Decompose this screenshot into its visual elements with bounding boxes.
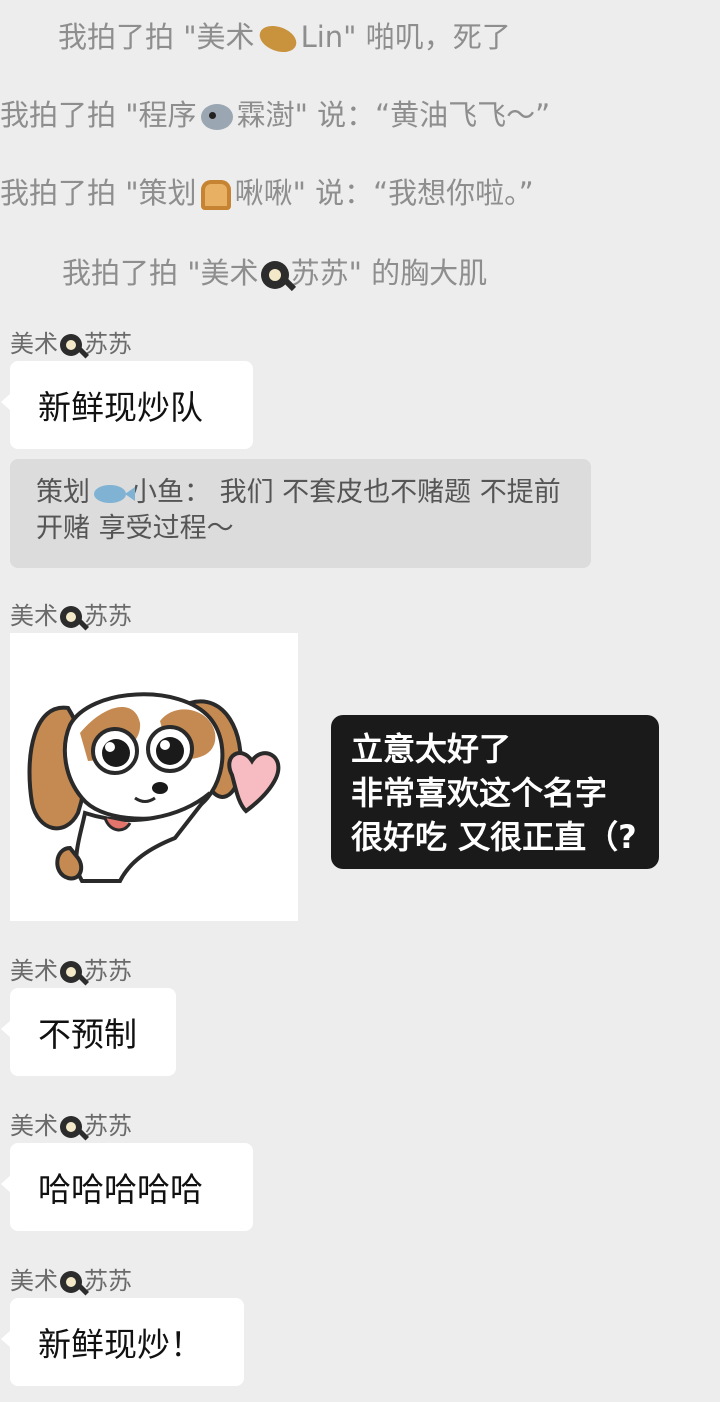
system-message-text: 霖澍" 说：“黄油飞飞～” [236,98,551,132]
system-message-3: 我拍了拍 "策划 啾啾" 说：“我想你啦。” [0,170,720,212]
sender-name-text: 美术 [10,1112,58,1140]
sender-name[interactable]: 美术 苏苏 [10,596,132,631]
message-text: 新鲜现炒队 [38,388,203,427]
message-bubble[interactable]: 新鲜现炒！ [1,1298,244,1386]
sender-name-text: 美术 [10,330,58,358]
sender-name[interactable]: 美术 苏苏 [10,1261,132,1296]
sender-name-text: 美术 [10,1267,58,1295]
system-message-text: 我拍了拍 "策划 [0,176,197,210]
sender-name-text: 苏苏 [84,1112,132,1140]
system-message-text: 我拍了拍 "程序 [0,98,197,132]
system-message-text: 我拍了拍 "美术 [62,256,259,290]
quoted-message[interactable]: 策划 小鱼： 我们 不套皮也不赌题 不提前开赌 享受过程～ [10,459,591,568]
puppy-heart-sticker-icon [27,692,281,883]
fish-emoji-icon [94,484,135,503]
message-bubble[interactable]: 新鲜现炒队 [1,361,253,449]
system-message-text: Lin" 啪叽，死了 [300,20,511,54]
frying-pan-emoji-icon [260,261,289,289]
system-message-2: 我拍了拍 "程序 霖澍" 说：“黄油飞飞～” [0,92,720,134]
system-message-4: 我拍了拍 "美术 苏苏" 的胸大肌 [62,250,720,292]
sender-name-text: 苏苏 [84,330,132,358]
message-bubble[interactable]: 哈哈哈哈哈 [1,1143,253,1231]
overlay-line: 非常喜欢这个名字 [351,774,608,812]
sender-name-text: 美术 [10,602,58,630]
overlay-line: 立意太好了 [351,730,512,768]
system-message-text: 苏苏" 的胸大肌 [290,256,488,290]
message-text: 新鲜现炒！ [38,1325,203,1364]
bird-emoji-icon [200,104,233,130]
message-text: 哈哈哈哈哈 [38,1170,203,1209]
sender-name[interactable]: 美术 苏苏 [10,951,132,986]
quote-author: 策划 [36,477,90,508]
potato-emoji-icon [255,21,300,57]
image-overlay-caption: 立意太好了 非常喜欢这个名字 很好吃 又很正直（? [331,715,659,869]
overlay-line: 很好吃 又很正直（? [351,818,637,856]
frying-pan-emoji-icon [60,606,82,628]
system-message-1: 我拍了拍 "美术 Lin" 啪叽，死了 [58,14,720,57]
sender-name-text: 苏苏 [84,957,132,985]
system-message-text: 啾啾" 说：“我想你啦。” [234,176,534,210]
frying-pan-emoji-icon [60,1271,82,1293]
frying-pan-emoji-icon [60,334,82,356]
quote-author: 小鱼： [130,477,211,508]
sender-name-text: 美术 [10,957,58,985]
system-message-text: 我拍了拍 "美术 [58,20,255,54]
sender-name-text: 苏苏 [84,602,132,630]
bread-emoji-icon [200,180,231,210]
frying-pan-emoji-icon [60,961,82,983]
message-text: 不预制 [38,1015,137,1054]
message-bubble[interactable]: 不预制 [1,988,176,1076]
sticker-image[interactable] [10,633,298,921]
sender-name[interactable]: 美术 苏苏 [10,324,132,359]
sender-name[interactable]: 美术 苏苏 [10,1106,132,1141]
frying-pan-emoji-icon [60,1116,82,1138]
sender-name-text: 苏苏 [84,1267,132,1295]
